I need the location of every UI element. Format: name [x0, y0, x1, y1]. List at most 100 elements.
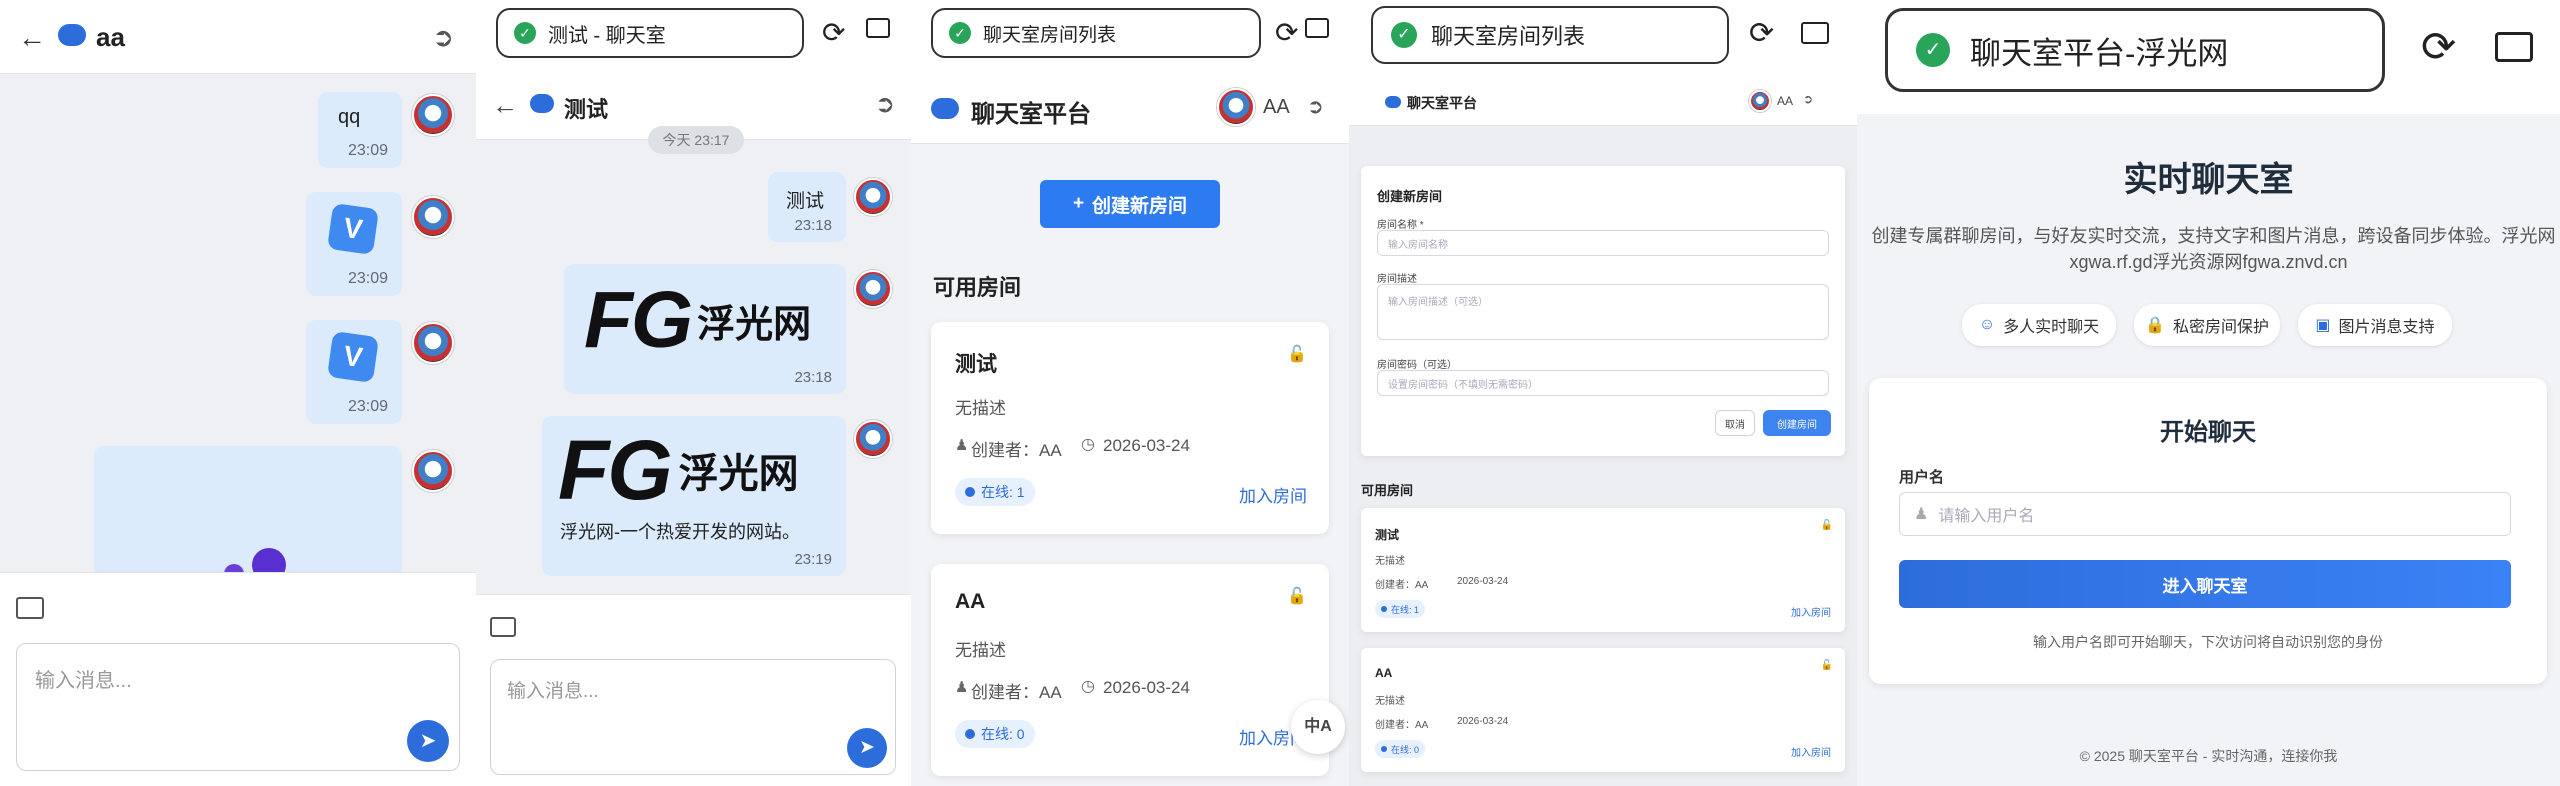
cancel-button[interactable]: 取消: [1715, 410, 1755, 436]
briefcase-icon[interactable]: [1801, 22, 1829, 44]
fg-logo-brand: 浮光网: [678, 452, 799, 496]
briefcase-icon[interactable]: [1305, 18, 1329, 38]
section-title: 可用房间: [933, 275, 1022, 300]
online-dot: [965, 729, 975, 739]
online-dot: [965, 487, 975, 497]
send-button[interactable]: ➤: [847, 728, 887, 768]
room-card[interactable]: AA 🔓 无描述 ♟ 创建者：AA ◷ 2026-03-24 在线: 0 加入房…: [931, 564, 1329, 776]
fg-logo-image: FG 浮光网: [584, 278, 811, 362]
url-bar[interactable]: ✓ 聊天室房间列表: [1371, 6, 1729, 64]
composer: 输入消息... ➤: [476, 594, 911, 786]
message-bubble: V 23:09: [306, 192, 402, 296]
message-text: 测试: [786, 191, 825, 212]
plus-icon: +: [1072, 193, 1085, 214]
exit-icon[interactable]: ➲: [432, 22, 454, 53]
online-badge: 在线: 0: [955, 720, 1035, 748]
room-password-placeholder: 设置房间密码（不填则无需密码）: [1388, 379, 1538, 391]
reload-icon[interactable]: ⟳: [2421, 22, 2456, 71]
online-dot: [1381, 746, 1387, 752]
avatar[interactable]: [412, 450, 454, 492]
chat-header: ← aa ➲: [0, 0, 476, 74]
input-placeholder: 输入消息...: [35, 670, 132, 692]
message-time: 23:09: [347, 398, 388, 415]
room-card[interactable]: 测试 🔓 无描述 创建者：AA 2026-03-24 在线: 1 加入房间: [1361, 508, 1845, 632]
browser-bar: ✓ 测试 - 聊天室 ⟳: [476, 0, 911, 70]
online-dot: [1381, 606, 1387, 612]
room-desc-input[interactable]: 输入房间描述（可选）: [1377, 284, 1829, 340]
logout-icon[interactable]: ➲: [1307, 94, 1324, 119]
unlock-icon: 🔓: [1287, 346, 1307, 363]
feature-label: 多人实时聊天: [2003, 319, 2100, 336]
chat-bubble-icon: [530, 94, 554, 113]
user-icon: ♟: [955, 679, 969, 696]
fg-logo-letters: FG: [584, 275, 693, 364]
url-bar[interactable]: ✓ 聊天室平台-浮光网: [1885, 8, 2385, 92]
room-name: AA: [1375, 666, 1393, 680]
user-avatar[interactable]: [1749, 90, 1771, 112]
create-room-form: 创建新房间 房间名称 * 输入房间名称 房间描述 输入房间描述（可选） 房间密码…: [1361, 166, 1845, 456]
join-room-link[interactable]: 加入房间: [1791, 744, 1831, 759]
verified-v-icon: V: [327, 331, 379, 383]
join-room-link[interactable]: 加入房间: [1239, 482, 1307, 507]
room-password-input[interactable]: 设置房间密码（不填则无需密码）: [1377, 370, 1829, 396]
login-card: 开始聊天 用户名 ♟ 请输入用户名 进入聊天室 输入用户名即可开始聊天，下次访问…: [1869, 378, 2547, 684]
shield-check-icon: ✓: [1916, 33, 1950, 67]
online-badge: 在线: 1: [955, 478, 1035, 506]
online-badge: 在线: 0: [1375, 740, 1426, 758]
verified-v-icon: V: [327, 203, 379, 255]
url-bar[interactable]: ✓ 测试 - 聊天室: [496, 8, 804, 58]
user-icon: ♟: [1914, 506, 1929, 523]
unlock-icon: 🔓: [1820, 520, 1833, 531]
room-card[interactable]: AA 🔓 无描述 创建者：AA 2026-03-24 在线: 0 加入房间: [1361, 648, 1845, 772]
room-name-input[interactable]: 输入房间名称: [1377, 230, 1829, 256]
image-caption: 浮光网-一个热爱开发的网站。: [560, 522, 800, 542]
chat-title: aa: [96, 22, 125, 52]
avatar[interactable]: [412, 94, 454, 136]
reload-icon[interactable]: ⟳: [822, 16, 845, 49]
chat-bubble-icon: [931, 98, 959, 119]
enter-chat-label: 进入聊天室: [2162, 576, 2248, 596]
reload-icon[interactable]: ⟳: [1275, 16, 1298, 49]
logout-icon[interactable]: ➲: [1803, 92, 1813, 106]
login-hint: 输入用户名即可开始聊天，下次访问将自动识别您的身份: [2033, 634, 2383, 650]
send-button[interactable]: ➤: [407, 720, 449, 762]
avatar[interactable]: [412, 322, 454, 364]
message-text: qq: [338, 106, 361, 128]
chat-bubble-icon: [58, 24, 86, 46]
message-input[interactable]: 输入消息... ➤: [490, 659, 896, 775]
avatar[interactable]: [854, 178, 892, 216]
create-room-submit[interactable]: 创建房间: [1763, 410, 1831, 436]
online-count: 在线: 0: [981, 726, 1025, 742]
avatar[interactable]: [854, 420, 892, 458]
hero-subtitle-domains: xgwa.rf.gd浮光资源网fgwa.znvd.cn: [2069, 252, 2348, 272]
enter-chat-button[interactable]: 进入聊天室: [1899, 560, 2511, 608]
browser-bar: ✓ 聊天室平台-浮光网 ⟳: [1857, 0, 2560, 114]
image-upload-icon[interactable]: [490, 617, 516, 637]
room-creator: 创建者：AA: [1375, 580, 1429, 591]
create-room-panel: ✓ 聊天室房间列表 ⟳ 聊天室平台 AA ➲ 创建新房间 房间名称 * 输入房间…: [1349, 0, 1857, 786]
avatar[interactable]: [854, 270, 892, 308]
date-chip: 今天 23:17: [648, 126, 744, 154]
create-room-button[interactable]: + 创建新房间: [1040, 180, 1220, 228]
avatar[interactable]: [412, 196, 454, 238]
url-bar[interactable]: ✓ 聊天室房间列表: [931, 8, 1261, 58]
user-avatar[interactable]: [1217, 88, 1255, 126]
translate-button[interactable]: 中A: [1291, 700, 1345, 754]
room-card[interactable]: 测试 🔓 无描述 ♟ 创建者：AA ◷ 2026-03-24 在线: 1 加入房…: [931, 322, 1329, 534]
back-arrow-icon[interactable]: ←: [18, 22, 46, 54]
image-upload-icon[interactable]: [16, 597, 44, 619]
browser-bar: ✓ 聊天室房间列表 ⟳: [911, 0, 1349, 70]
username-input[interactable]: ♟ 请输入用户名: [1899, 492, 2511, 536]
join-room-link[interactable]: 加入房间: [1791, 604, 1831, 619]
briefcase-icon[interactable]: [866, 18, 890, 38]
reload-icon[interactable]: ⟳: [1749, 16, 1774, 51]
username-label: 用户名: [1899, 469, 1945, 486]
message-input[interactable]: 输入消息... ➤: [16, 643, 460, 771]
exit-icon[interactable]: ➲: [875, 90, 895, 119]
shield-check-icon: ✓: [949, 22, 971, 44]
briefcase-icon[interactable]: [2495, 32, 2533, 62]
room-name: 测试: [955, 353, 997, 376]
back-arrow-icon[interactable]: ←: [492, 90, 518, 121]
room-desc-placeholder: 输入房间描述（可选）: [1388, 297, 1488, 308]
room-date: 2026-03-24: [1103, 678, 1190, 697]
